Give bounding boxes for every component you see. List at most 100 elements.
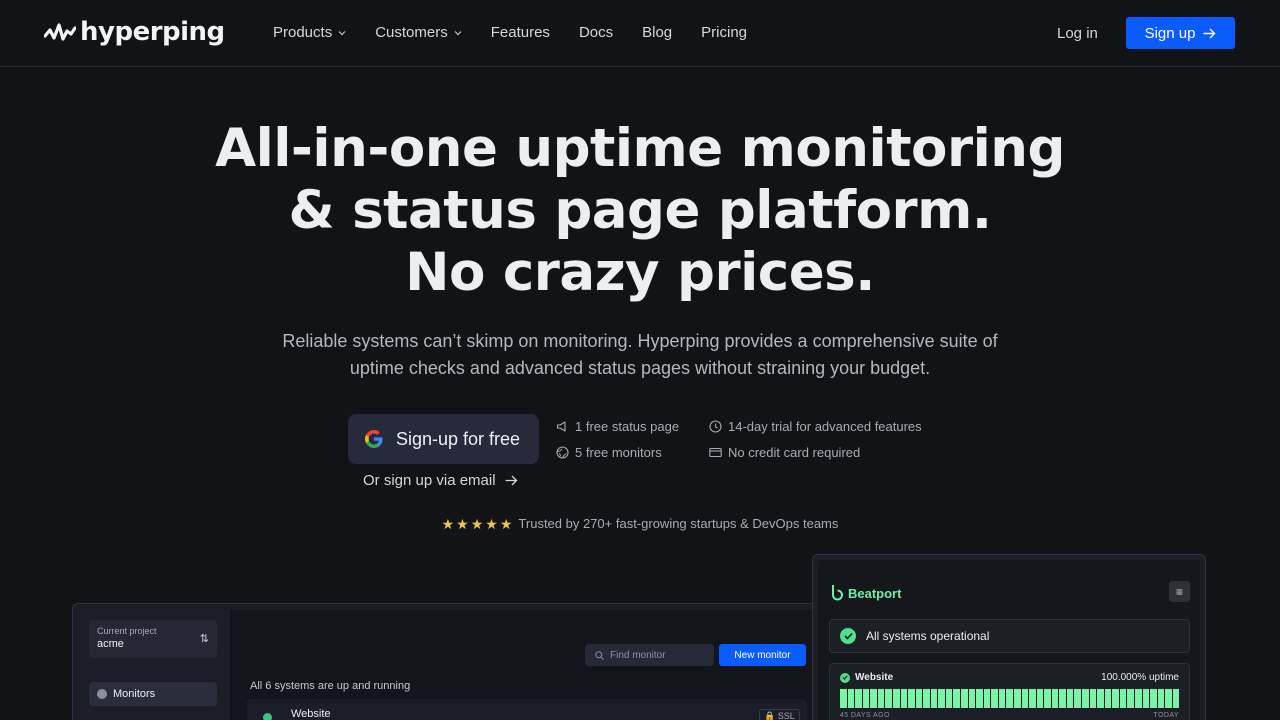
new-monitor-button[interactable]: New monitor: [719, 644, 806, 666]
hero-subtitle-line-2: uptime checks and advanced status pages …: [349, 358, 931, 378]
rating-stars: ★ ★ ★ ★ ★: [442, 517, 513, 531]
uptime-day-bar[interactable]: [945, 689, 953, 708]
uptime-day-bar[interactable]: [1089, 689, 1097, 708]
uptime-day-bar[interactable]: [938, 689, 945, 708]
globe-icon: [97, 689, 107, 699]
uptime-day-bar[interactable]: [1172, 689, 1180, 708]
monitor-row[interactable]: Website 🔒 SSL: [247, 699, 807, 720]
uptime-day-bar[interactable]: [923, 689, 930, 708]
nav-links: Products Customers Features Docs Blog Pr…: [273, 24, 776, 41]
uptime-day-bar[interactable]: [1165, 689, 1172, 708]
uptime-day-bar[interactable]: [847, 689, 855, 708]
feature-label: 5 free monitors: [575, 445, 662, 460]
hero-title: All-in-one uptime monitoring & status pa…: [0, 118, 1280, 304]
uptime-day-bar[interactable]: [1134, 689, 1142, 708]
nav-pricing[interactable]: Pricing: [701, 24, 747, 41]
feature-label: No credit card required: [728, 445, 861, 460]
hero-subtitle-line-1: Reliable systems can’t skimp on monitori…: [282, 331, 998, 351]
email-signup-link[interactable]: Or sign up via email: [363, 472, 518, 489]
uptime-day-bar[interactable]: [900, 689, 908, 708]
uptime-day-bar[interactable]: [892, 689, 900, 708]
uptime-day-bar[interactable]: [930, 689, 938, 708]
uptime-day-bar[interactable]: [1059, 689, 1066, 708]
uptime-day-bar[interactable]: [961, 689, 968, 708]
uptime-day-bar[interactable]: [1082, 689, 1089, 708]
project-name: acme: [97, 638, 124, 650]
uptime-day-bar[interactable]: [1013, 689, 1021, 708]
overall-status-text: All systems operational: [866, 629, 990, 643]
menu-icon[interactable]: ≡: [1169, 581, 1190, 602]
nav-customers[interactable]: Customers: [375, 24, 462, 41]
status-page-screen: Beatport ≡ All systems operational Websi…: [818, 560, 1200, 720]
nav-docs[interactable]: Docs: [579, 24, 613, 41]
hero-title-line-1: All-in-one uptime monitoring: [215, 118, 1065, 179]
google-signup-button[interactable]: Sign-up for free: [348, 414, 539, 464]
uptime-day-bar[interactable]: [1142, 689, 1150, 708]
brand-name: hyperping: [80, 17, 225, 47]
status-dot: [263, 713, 272, 720]
status-brand: Beatport: [830, 584, 901, 602]
uptime-day-bar[interactable]: [1021, 689, 1029, 708]
credit-card-icon: [709, 447, 722, 458]
status-monitor-uptime: 100.000% uptime: [1101, 672, 1179, 683]
uptime-day-bar[interactable]: [855, 689, 862, 708]
range-end-label: TODAY: [1153, 712, 1179, 719]
uptime-day-bar[interactable]: [870, 689, 877, 708]
signup-button-label: Sign up: [1144, 24, 1196, 42]
signup-button[interactable]: Sign up: [1126, 17, 1235, 49]
uptime-day-bar[interactable]: [908, 689, 915, 708]
uptime-day-bar[interactable]: [991, 689, 998, 708]
top-navbar: hyperping Products Customers Features Do…: [0, 0, 1280, 67]
uptime-day-bar[interactable]: [1066, 689, 1074, 708]
uptime-day-bar[interactable]: [968, 689, 976, 708]
uptime-day-bar[interactable]: [885, 689, 892, 708]
star-icon: ★: [485, 515, 498, 532]
nav-blog[interactable]: Blog: [642, 24, 672, 41]
pulse-logo-icon: [44, 23, 76, 41]
uptime-day-bar[interactable]: [840, 689, 847, 708]
uptime-day-bar[interactable]: [1104, 689, 1112, 708]
uptime-day-bar[interactable]: [1112, 689, 1119, 708]
login-link[interactable]: Log in: [1057, 25, 1098, 42]
email-signup-label: Or sign up via email: [363, 472, 496, 489]
uptime-day-bar[interactable]: [1006, 689, 1013, 708]
overall-status-banner: All systems operational: [829, 619, 1190, 653]
uptime-day-bar[interactable]: [983, 689, 991, 708]
systems-summary: All 6 systems are up and running: [250, 680, 411, 692]
uptime-day-bar[interactable]: [1119, 689, 1127, 708]
sidebar-item-monitors[interactable]: Monitors: [89, 682, 217, 706]
clock-icon: [709, 420, 722, 433]
swap-arrows-icon: ⇅: [199, 633, 209, 645]
uptime-day-bar[interactable]: [1051, 689, 1059, 708]
find-monitor-placeholder: Find monitor: [610, 649, 666, 661]
uptime-day-bar[interactable]: [1157, 689, 1165, 708]
uptime-day-bar[interactable]: [1074, 689, 1081, 708]
project-switcher[interactable]: Current project acme ⇅: [89, 620, 217, 658]
uptime-day-bar[interactable]: [877, 689, 885, 708]
nav-products[interactable]: Products: [273, 24, 346, 41]
feature-trial: 14-day trial for advanced features: [709, 419, 922, 434]
find-monitor-input[interactable]: Find monitor: [585, 644, 714, 666]
status-monitor-card: Website 100.000% uptime 45 DAYS AGO TODA…: [829, 663, 1190, 720]
uptime-day-bar[interactable]: [1044, 689, 1051, 708]
status-page-preview: Beatport ≡ All systems operational Websi…: [812, 554, 1206, 720]
nav-features[interactable]: Features: [491, 24, 550, 41]
uptime-day-bar[interactable]: [1150, 689, 1157, 708]
arrow-right-icon: [1203, 28, 1216, 38]
check-circle-icon: [840, 628, 856, 644]
star-icon: ★: [470, 515, 484, 532]
status-monitor-name: Website: [840, 672, 893, 683]
uptime-day-bar[interactable]: [976, 689, 983, 708]
status-brand-name: Beatport: [848, 585, 902, 601]
uptime-day-bar[interactable]: [1036, 689, 1044, 708]
uptime-day-bar[interactable]: [1029, 689, 1036, 708]
uptime-day-bar[interactable]: [1097, 689, 1104, 708]
uptime-day-bar[interactable]: [862, 689, 870, 708]
uptime-day-bar[interactable]: [998, 689, 1006, 708]
uptime-day-bar[interactable]: [953, 689, 960, 708]
status-monitor-name-label: Website: [855, 672, 894, 683]
uptime-day-bar[interactable]: [1127, 689, 1134, 708]
uptime-day-bar[interactable]: [915, 689, 923, 708]
uptime-bars: [840, 689, 1180, 708]
brand-logo[interactable]: hyperping: [44, 17, 225, 47]
